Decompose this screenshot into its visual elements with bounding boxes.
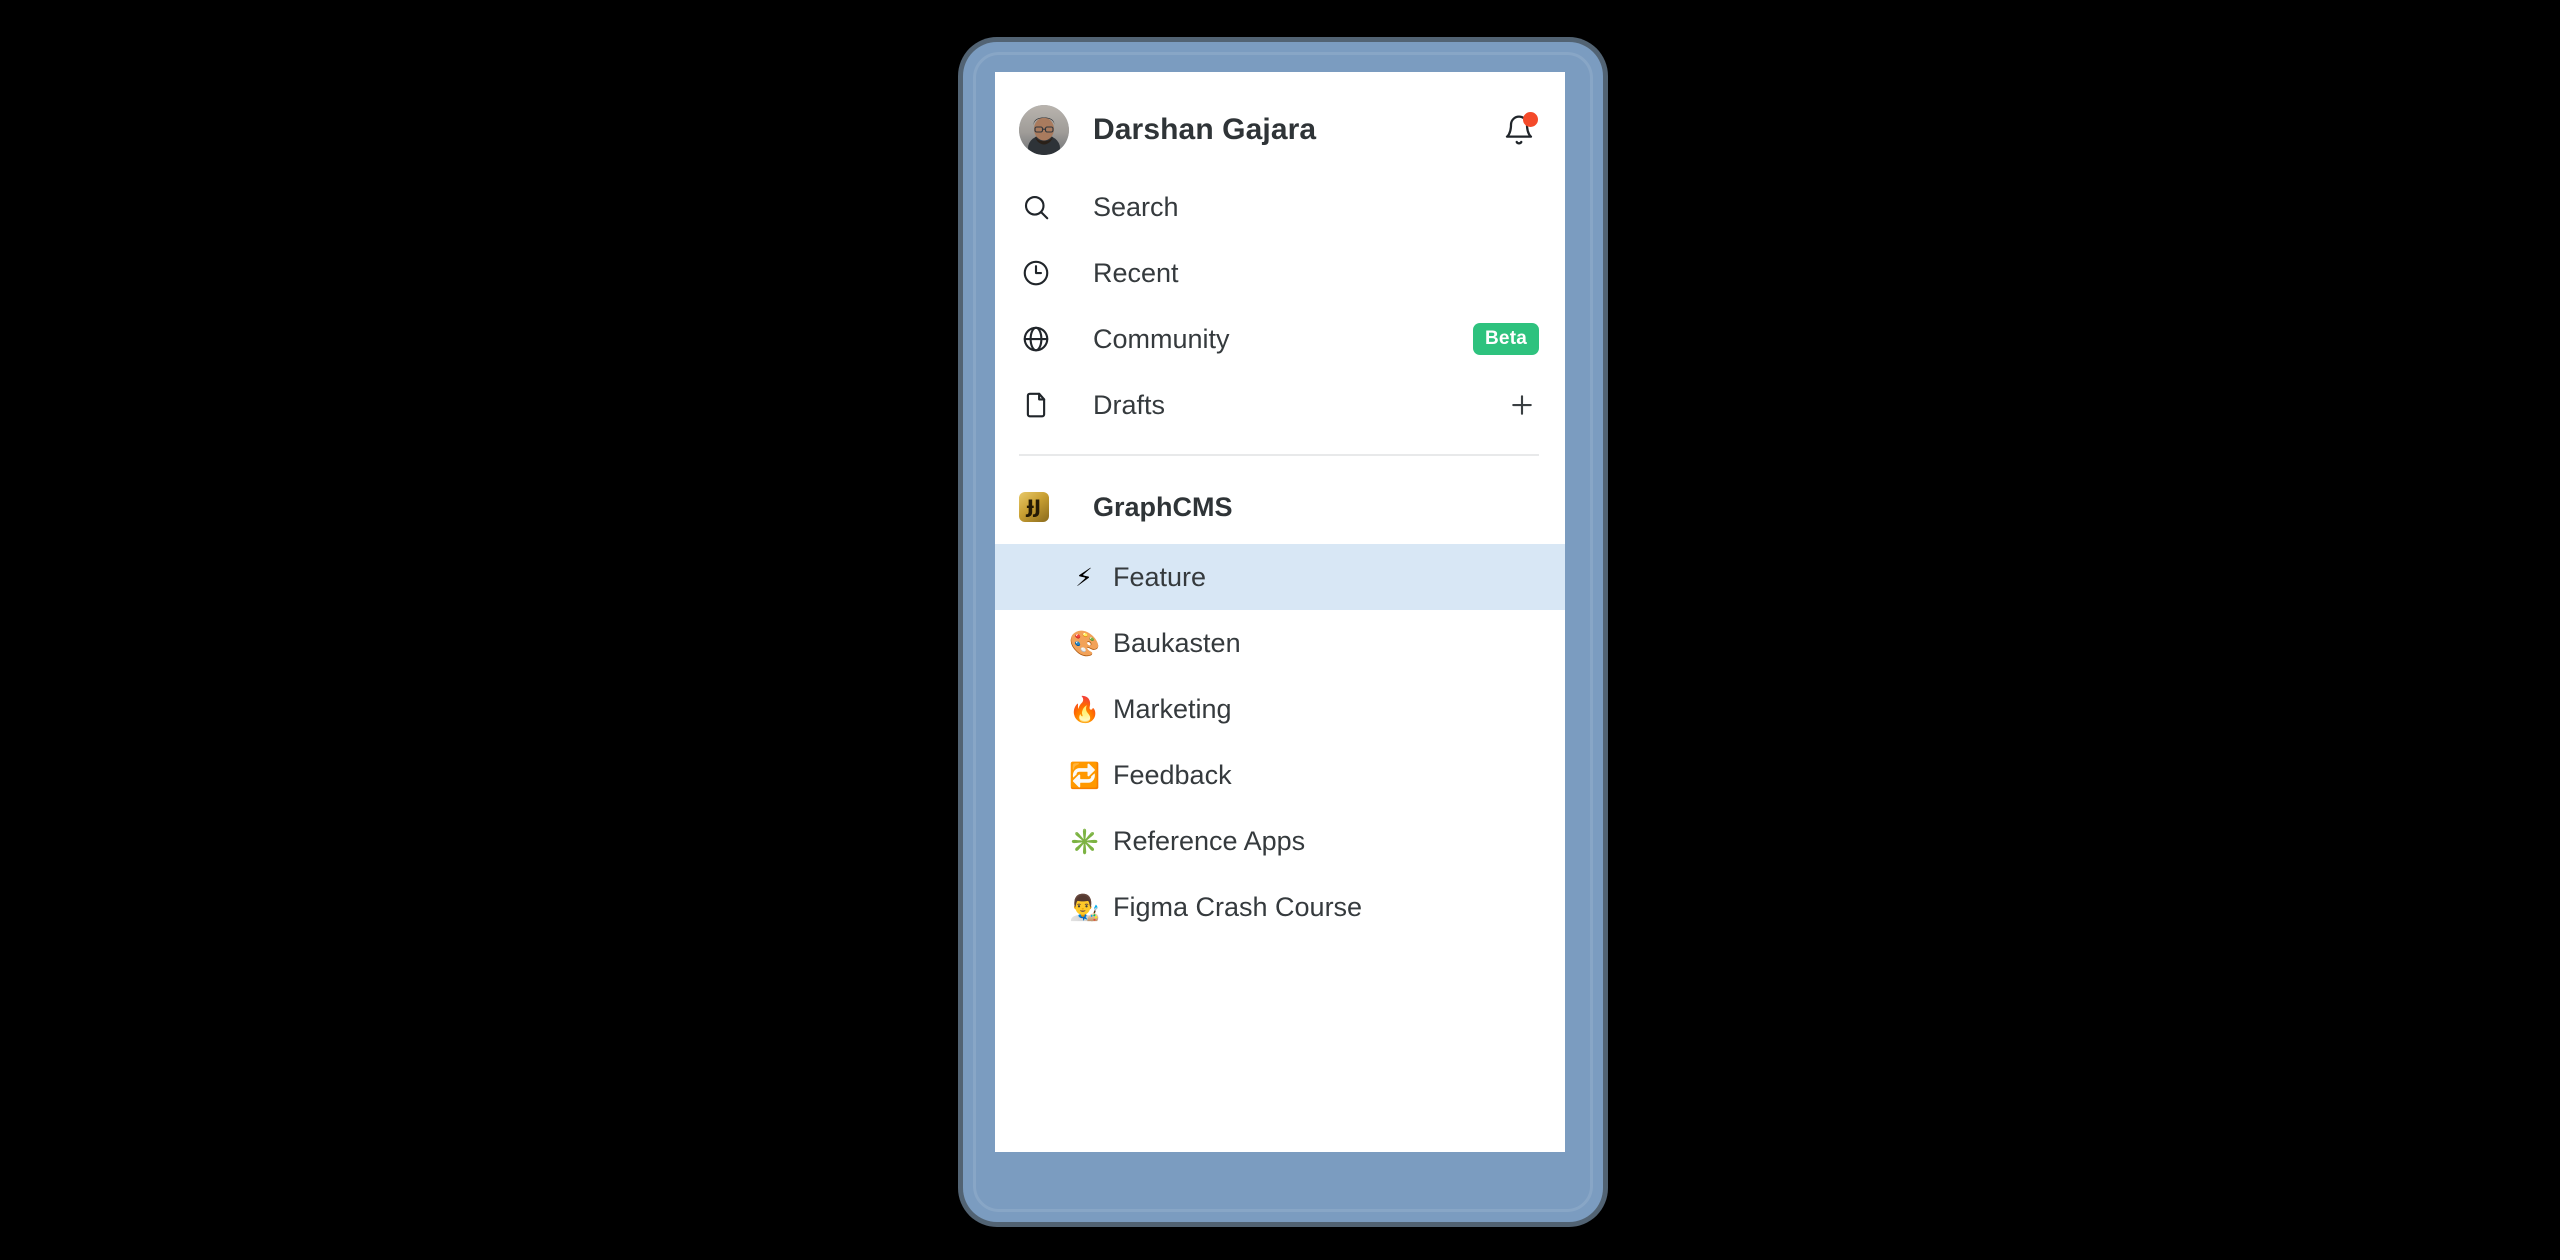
- new-draft-button[interactable]: [1505, 388, 1539, 422]
- green-sparkle-emoji: ✳️: [1069, 826, 1101, 856]
- notification-dot: [1523, 112, 1538, 127]
- sidebar-item-recent[interactable]: Recent: [995, 240, 1565, 306]
- sidebar-item-label: Community: [1093, 323, 1230, 354]
- project-label: Reference Apps: [1113, 825, 1306, 856]
- project-item-feedback[interactable]: 🔁 Feedback: [995, 742, 1565, 808]
- project-label: Figma Crash Course: [1113, 891, 1363, 922]
- palette-emoji: 🎨: [1069, 628, 1101, 658]
- lightning-emoji: ⚡: [1075, 562, 1093, 592]
- graphcms-logo-icon: ɈJ: [1019, 492, 1049, 522]
- user-name: Darshan Gajara: [1093, 113, 1317, 146]
- repeat-emoji: 🔁: [1069, 760, 1101, 790]
- project-item-figma-crash-course[interactable]: 👨‍🎨 Figma Crash Course: [995, 874, 1565, 940]
- project-label: Marketing: [1113, 693, 1232, 724]
- project-item-marketing[interactable]: 🔥 Marketing: [995, 676, 1565, 742]
- team-name: GraphCMS: [1093, 491, 1233, 522]
- project-item-baukasten[interactable]: 🎨 Baukasten: [995, 610, 1565, 676]
- fire-emoji: 🔥: [1069, 694, 1101, 724]
- artist-emoji: 👨‍🎨: [1069, 892, 1101, 922]
- project-item-reference-apps[interactable]: ✳️ Reference Apps: [995, 808, 1565, 874]
- sidebar-item-label: Search: [1093, 191, 1179, 222]
- project-item-feature[interactable]: ⚡ Feature: [995, 544, 1565, 610]
- project-label: Feedback: [1113, 759, 1232, 790]
- sidebar-item-drafts[interactable]: Drafts: [995, 372, 1565, 438]
- document-icon: [1019, 388, 1053, 422]
- avatar-photo: [1019, 105, 1069, 155]
- divider-line: [1019, 454, 1539, 456]
- plus-icon: [1512, 395, 1532, 415]
- team-header-graphcms[interactable]: ɈJ GraphCMS: [995, 470, 1565, 544]
- notifications-button[interactable]: [1499, 110, 1539, 150]
- sidebar-item-label: Recent: [1093, 257, 1179, 288]
- status-badge: Beta: [1473, 323, 1539, 355]
- sidebar-item-search[interactable]: Search: [995, 174, 1565, 240]
- screenshot-canvas: Darshan Gajara Search Recent Community B…: [0, 0, 2560, 1260]
- divider: [995, 438, 1565, 470]
- sidebar-item-label: Drafts: [1093, 389, 1166, 420]
- sidebar-item-community[interactable]: Community Beta: [995, 306, 1565, 372]
- search-icon: [1019, 190, 1053, 224]
- clock-icon: [1019, 256, 1053, 290]
- avatar[interactable]: [1019, 105, 1069, 155]
- user-header[interactable]: Darshan Gajara: [995, 86, 1565, 174]
- project-label: Feature: [1113, 561, 1207, 592]
- project-label: Baukasten: [1113, 627, 1241, 658]
- globe-icon: [1019, 322, 1053, 356]
- sidebar-panel: Darshan Gajara Search Recent Community B…: [995, 72, 1565, 1152]
